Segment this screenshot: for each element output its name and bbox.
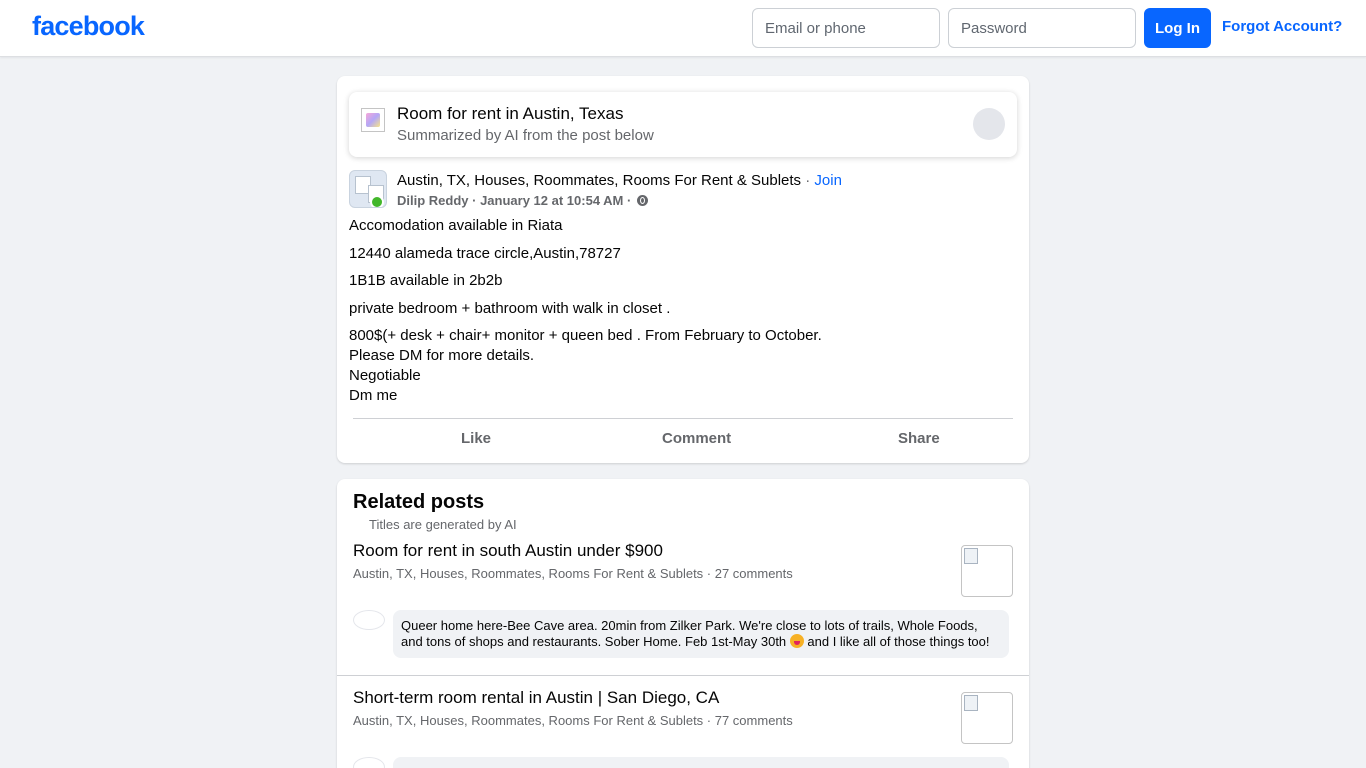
post-line: Dm me <box>349 387 398 404</box>
post-line: Negotiable <box>349 367 421 384</box>
related-post-thumbnail[interactable] <box>961 692 1013 744</box>
post-line: 12440 alameda trace circle,Austin,78727 <box>349 245 621 262</box>
broken-image-icon <box>964 695 978 711</box>
ai-summary-box[interactable]: Room for rent in Austin, Texas Summarize… <box>349 92 1017 157</box>
post-timestamp[interactable]: January 12 at 10:54 AM <box>480 193 623 208</box>
facebook-logo[interactable]: facebook <box>32 11 145 42</box>
actions-divider <box>353 418 1013 419</box>
related-post-meta: Austin, TX, Houses, Roommates, Rooms For… <box>353 566 793 581</box>
related-posts-card: Related posts Titles are generated by AI… <box>337 479 1029 768</box>
group-header: Austin, TX, Houses, Roommates, Rooms For… <box>397 172 842 189</box>
summary-menu-button[interactable] <box>973 108 1005 140</box>
group-avatar[interactable] <box>349 170 387 208</box>
post-line: private bedroom + bathroom with walk in … <box>349 300 671 317</box>
group-name-link[interactable]: Austin, TX, Houses, Roommates, Rooms For… <box>397 172 801 189</box>
comment-button[interactable]: Comment <box>662 430 731 447</box>
related-post-title[interactable]: Room for rent in south Austin under $900 <box>353 541 663 561</box>
post-card: Room for rent in Austin, Texas Summarize… <box>337 76 1029 463</box>
post-line: Please DM for more details. <box>349 347 535 364</box>
summary-title: Room for rent in Austin, Texas <box>397 104 624 123</box>
forgot-account-link[interactable]: Forgot Account? <box>1222 18 1342 35</box>
separator: · <box>801 172 815 189</box>
related-posts-subheading: Titles are generated by AI <box>369 517 517 532</box>
commenter-avatar[interactable] <box>353 757 385 768</box>
share-button[interactable]: Share <box>898 430 940 447</box>
tongue-out-emoji-icon <box>789 634 804 648</box>
related-posts-heading: Related posts <box>353 491 485 513</box>
related-post-title[interactable]: Short-term room rental in Austin | San D… <box>353 688 719 708</box>
post-line: 1B1B available in 2b2b <box>349 272 503 289</box>
broken-image-icon <box>964 548 978 564</box>
summary-image-icon <box>361 108 385 132</box>
commenter-avatar[interactable] <box>353 610 385 630</box>
related-divider <box>337 675 1029 676</box>
comment-bubble[interactable]: Queer home here-Bee Cave area. 20min fro… <box>393 610 1009 658</box>
email-or-phone-input[interactable] <box>752 8 940 48</box>
post-line: Accomodation available in Riata <box>349 217 563 234</box>
summary-subtitle: Summarized by AI from the post below <box>397 127 654 144</box>
online-dot-icon <box>370 195 384 207</box>
post-line: 800$(+ desk + chair+ monitor + queen bed… <box>349 327 822 344</box>
log-in-button[interactable]: Log In <box>1144 8 1211 48</box>
post-meta: Dilip Reddy · January 12 at 10:54 AM · <box>397 193 648 208</box>
globe-icon <box>636 195 648 206</box>
like-button[interactable]: Like <box>461 430 491 447</box>
top-navigation-bar: facebook Log In Forgot Account? <box>0 0 1366 57</box>
password-input[interactable] <box>948 8 1136 48</box>
join-link[interactable]: Join <box>814 172 842 189</box>
related-post-meta: Austin, TX, Houses, Roommates, Rooms For… <box>353 713 793 728</box>
author-name[interactable]: Dilip Reddy <box>397 193 469 208</box>
comment-bubble[interactable] <box>393 757 1009 768</box>
related-post-thumbnail[interactable] <box>961 545 1013 597</box>
